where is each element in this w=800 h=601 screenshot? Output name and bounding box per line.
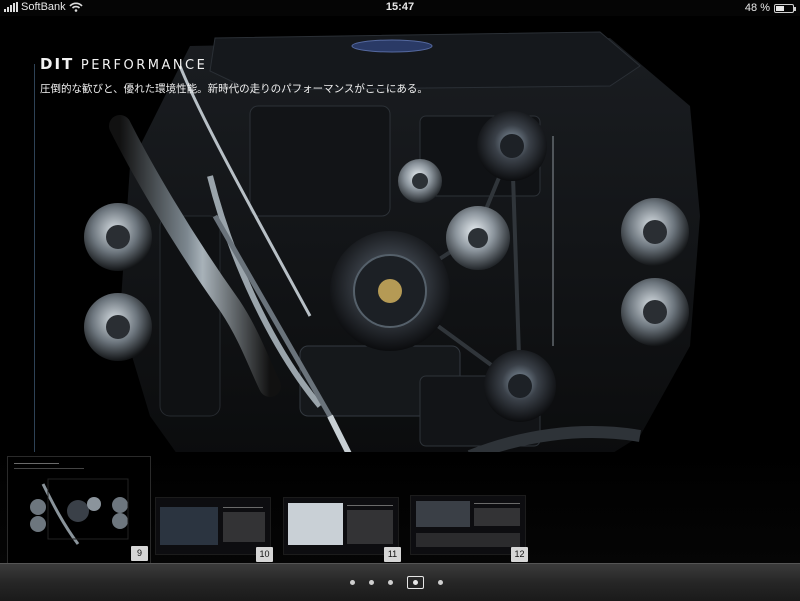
- battery-icon: [774, 3, 796, 13]
- accent-line: [34, 64, 35, 464]
- page-dot-current[interactable]: [407, 576, 424, 589]
- thumbnail-page-11[interactable]: 11: [283, 497, 405, 562]
- status-bar: SoftBank 15:47 48 %: [0, 0, 800, 16]
- thumbnail-engine-image: [30, 478, 129, 545]
- page-number-badge: 12: [511, 547, 528, 562]
- thumbnail-image: [416, 501, 470, 527]
- thumbnail-strip: 9 10 11 12: [0, 452, 800, 563]
- thumbnail-page-12[interactable]: 12: [410, 495, 532, 562]
- page-dot[interactable]: [350, 580, 355, 585]
- page-subtitle: 圧倒的な歓びと、優れた環境性能。新時代の走りのパフォーマンスがここにある。: [40, 83, 428, 95]
- magazine-page[interactable]: DIT PERFORMANCE 圧倒的な歓びと、優れた環境性能。新時代の走りのパ…: [0, 16, 800, 563]
- battery-group: 48 %: [744, 2, 796, 14]
- page-dot[interactable]: [438, 580, 443, 585]
- thumbnail-page-9[interactable]: 9: [7, 456, 151, 563]
- clock: 15:47: [385, 1, 415, 13]
- page-number-badge: 9: [131, 546, 148, 561]
- thumbnail-image: [288, 503, 343, 545]
- page-number-badge: 11: [384, 547, 401, 562]
- battery-level-fill: [776, 5, 784, 11]
- page-dot[interactable]: [388, 580, 393, 585]
- page-indicator[interactable]: [350, 576, 443, 589]
- page-number-badge: 10: [256, 547, 273, 562]
- page-dot[interactable]: [369, 580, 374, 585]
- thumbnail-image: [160, 507, 218, 545]
- battery-percent: 48 %: [744, 2, 770, 14]
- bottom-toolbar: [0, 563, 800, 601]
- page-title: DIT PERFORMANCE: [40, 55, 208, 73]
- thumbnail-page-10[interactable]: 10: [155, 497, 277, 562]
